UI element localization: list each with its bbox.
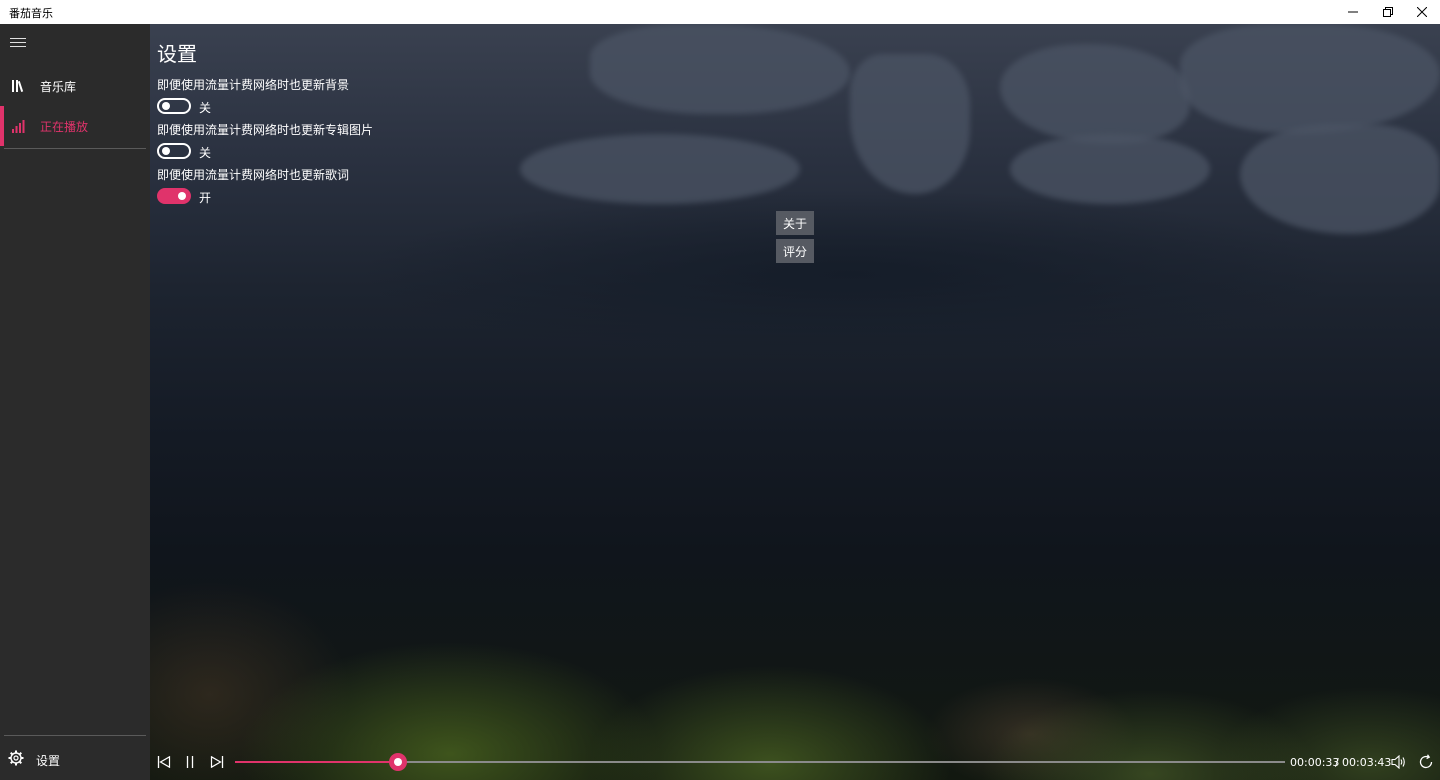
sidebar-item-library[interactable]: 音乐库 <box>0 66 150 106</box>
active-indicator <box>0 106 4 146</box>
restore-button[interactable] <box>1371 0 1405 24</box>
setting-label-lyrics: 即便使用流量计费网络时也更新歌词 <box>157 168 350 182</box>
minimize-icon <box>1348 11 1358 13</box>
sidebar-item-label: 设置 <box>36 754 61 768</box>
skip-previous-icon <box>157 756 171 768</box>
hamburger-menu-icon[interactable] <box>10 36 26 50</box>
restore-icon <box>1383 7 1393 17</box>
minimize-button[interactable] <box>1336 0 1370 24</box>
sidebar-item-now-playing[interactable]: 正在播放 <box>0 106 150 146</box>
close-icon <box>1417 7 1427 17</box>
progress-fill <box>235 761 398 763</box>
toggle-state-label: 关 <box>199 101 212 115</box>
toggle-update-album-art[interactable] <box>157 143 191 159</box>
next-button[interactable] <box>208 753 226 771</box>
progress-thumb[interactable] <box>389 753 407 771</box>
volume-button[interactable] <box>1390 753 1408 771</box>
sidebar-item-label: 音乐库 <box>40 80 77 94</box>
toggle-update-lyrics[interactable] <box>157 188 191 204</box>
setting-label-background: 即便使用流量计费网络时也更新背景 <box>157 78 350 92</box>
sidebar-item-label: 正在播放 <box>40 120 89 134</box>
seabed-grass <box>150 494 1440 780</box>
repeat-button[interactable] <box>1417 753 1435 771</box>
total-time: 00:03:43 <box>1342 756 1392 769</box>
library-icon <box>12 80 24 93</box>
toggle-state-label: 开 <box>199 191 212 205</box>
sidebar-divider <box>4 735 146 736</box>
toggle-update-background[interactable] <box>157 98 191 114</box>
now-playing-icon <box>12 120 25 133</box>
sidebar: 音乐库 正在播放 设置 <box>0 24 150 780</box>
sidebar-item-settings[interactable]: 设置 <box>0 738 150 778</box>
gear-icon <box>8 750 24 766</box>
sidebar-divider <box>4 148 146 149</box>
pause-icon <box>186 756 194 768</box>
time-separator: / <box>1335 756 1339 769</box>
title-bar: 番茄音乐 <box>0 0 1440 24</box>
pause-button[interactable] <box>181 753 199 771</box>
current-time: 00:00:33 <box>1290 756 1340 769</box>
repeat-icon <box>1419 754 1433 769</box>
skip-next-icon <box>210 756 224 768</box>
window-title: 番茄音乐 <box>9 7 53 20</box>
close-button[interactable] <box>1405 0 1439 24</box>
toggle-state-label: 关 <box>199 146 212 160</box>
rate-button[interactable]: 评分 <box>776 239 814 263</box>
volume-icon <box>1391 755 1405 769</box>
previous-button[interactable] <box>155 753 173 771</box>
setting-label-album-art: 即便使用流量计费网络时也更新专辑图片 <box>157 123 374 137</box>
about-button[interactable]: 关于 <box>776 211 814 235</box>
page-title: 设置 <box>157 42 197 66</box>
